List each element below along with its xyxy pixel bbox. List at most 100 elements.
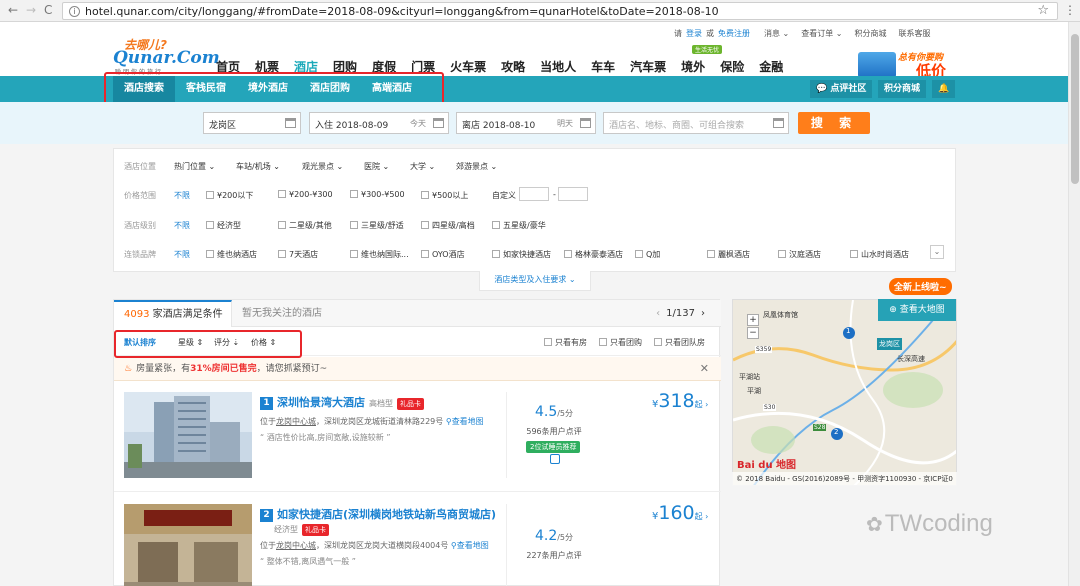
chat-icon[interactable] (550, 454, 560, 464)
brand-oyo[interactable]: OYO酒店 (421, 249, 465, 260)
brand-shanshui[interactable]: 山水时尚酒店 (850, 249, 909, 260)
nav-guides[interactable]: 攻略 (501, 58, 525, 75)
zoom-out-button[interactable]: − (747, 327, 759, 339)
checkbox[interactable] (492, 221, 500, 229)
review-community-button[interactable]: 💬 点评社区 (810, 80, 873, 98)
checkbox[interactable] (350, 221, 358, 229)
url-text[interactable]: hotel.qunar.com/city/longgang/#fromDate=… (85, 5, 719, 18)
checkbox[interactable] (544, 338, 552, 346)
filter-sightseeing[interactable]: 观光景点 ⌄ (302, 161, 343, 172)
checkbox[interactable] (707, 250, 715, 258)
filter-university[interactable]: 大学 ⌄ (410, 161, 435, 172)
brand-qplus[interactable]: Q加 (635, 249, 660, 260)
checkbox[interactable] (850, 250, 858, 258)
bell-icon[interactable]: 🔔 (932, 80, 956, 98)
checkbox[interactable] (206, 250, 214, 258)
checkout-field[interactable]: 离店 2018-08-10 明天 (456, 112, 596, 134)
nav-train[interactable]: 火车票 (450, 58, 486, 75)
prev-page-icon[interactable]: ‹ (656, 308, 660, 319)
brand-7days[interactable]: 7天酒店 (278, 249, 318, 260)
hotel-reviews-link[interactable]: 227条用户点评 (514, 550, 594, 561)
brand-hanting[interactable]: 汉庭酒店 (778, 249, 821, 260)
view-map-link[interactable]: ⚲查看地图 (451, 541, 489, 550)
filter-hospital[interactable]: 医院 ⌄ (364, 161, 389, 172)
hotel-card[interactable]: 2 如家快捷酒店(深圳横岗地铁站新鸟商贸城店) 经济型 礼品卡 位于龙岗中心城，深圳… (114, 494, 721, 586)
filter-price-1[interactable]: ¥200以下 (206, 190, 253, 201)
checkbox[interactable] (492, 250, 500, 258)
keyword-input[interactable]: 酒店名、地标、商圈、可组合搜索 (603, 112, 789, 134)
checkbox[interactable] (421, 250, 429, 258)
filter-grade-economy[interactable]: 经济型 (206, 220, 241, 231)
only-available-check[interactable]: 只看有房 (544, 337, 587, 348)
filter-station-airport[interactable]: 车站/机场 ⌄ (236, 161, 280, 172)
hotel-name-text[interactable]: 深圳怡景湾大酒店 (277, 396, 365, 409)
address-bar[interactable]: i hotel.qunar.com/city/longgang/#fromDat… (62, 2, 1058, 20)
checkbox[interactable] (421, 221, 429, 229)
page-scrollbar[interactable] (1068, 22, 1080, 586)
filter-suburb[interactable]: 郊游景点 ⌄ (456, 161, 497, 172)
bookmark-star-icon[interactable]: ☆ (1037, 3, 1049, 18)
checkbox[interactable] (635, 250, 643, 258)
search-button[interactable]: 搜 索 (798, 112, 870, 134)
filter-hot-location[interactable]: 热门位置 ⌄ (174, 161, 215, 172)
filter-price-unlimited[interactable]: 不限 (174, 190, 190, 201)
back-icon[interactable]: ← (8, 3, 18, 17)
info-icon[interactable]: i (69, 6, 80, 17)
hotel-photo[interactable] (124, 504, 252, 586)
brand-vienna-intl[interactable]: 维也纳国际... (350, 249, 409, 260)
only-group-room-check[interactable]: 只看团队房 (654, 337, 705, 348)
filter-grade-2star[interactable]: 二星级/其他 (278, 220, 332, 231)
custom-price-max[interactable] (558, 187, 588, 201)
map-pin-1[interactable]: 1 (846, 327, 850, 335)
view-large-map-button[interactable]: ⊕ 查看大地图 (878, 299, 956, 321)
filter-price-3[interactable]: ¥300-¥500 (350, 190, 405, 199)
scrollbar-thumb[interactable] (1071, 34, 1079, 184)
hotel-price[interactable]: ¥318起 › (652, 390, 708, 412)
checkbox[interactable] (350, 250, 358, 258)
brand-expand-chevron-icon[interactable]: ⌄ (930, 245, 944, 259)
filter-price-4[interactable]: ¥500以上 (421, 190, 468, 201)
brand-greentree[interactable]: 格林豪泰酒店 (564, 249, 623, 260)
checkbox[interactable] (278, 221, 286, 229)
custom-price-min[interactable] (519, 187, 549, 201)
view-map-link[interactable]: ⚲查看地图 (446, 417, 484, 426)
brand-lifeng[interactable]: 麗枫酒店 (707, 249, 750, 260)
checkbox[interactable] (564, 250, 572, 258)
nav-finance[interactable]: 金融 (759, 58, 783, 75)
filter-grade-3star[interactable]: 三星级/舒适 (350, 220, 404, 231)
browser-menu-icon[interactable]: ⋮ (1064, 3, 1076, 17)
messages-menu[interactable]: 消息 ⌄ (764, 28, 789, 39)
nav-insurance[interactable]: 保险 (720, 58, 744, 75)
filter-grade-5star[interactable]: 五星级/豪华 (492, 220, 546, 231)
forward-icon[interactable]: → (26, 3, 36, 17)
checkbox[interactable] (599, 338, 607, 346)
hotel-map[interactable]: 凤凰体育馆 龙岗区 长深高速 平湖站 S359 S28 平湖 S30 1 2 +… (732, 299, 957, 486)
brand-homeinn[interactable]: 如家快捷酒店 (492, 249, 551, 260)
more-filters-toggle[interactable]: 酒店类型及入住要求 ⌄ (479, 271, 591, 291)
hotel-name-text[interactable]: 如家快捷酒店(深圳横岗地铁站新鸟商贸城店) (277, 508, 496, 521)
nav-locals[interactable]: 当地人 (540, 58, 576, 75)
checkbox[interactable] (778, 250, 786, 258)
tab-all-results[interactable]: 4093 家酒店满足条件 (114, 300, 232, 327)
checkbox[interactable] (350, 190, 358, 198)
city-field[interactable]: 龙岗区 (203, 112, 301, 134)
nav-overseas[interactable]: 境外 (681, 58, 705, 75)
nav-bus[interactable]: 汽车票 (630, 58, 666, 75)
checkbox[interactable] (421, 191, 429, 199)
checkbox[interactable] (206, 191, 214, 199)
tab-followed-hotels[interactable]: 暂无我关注的酒店 (242, 300, 322, 327)
register-link[interactable]: 免费注册 (718, 28, 750, 39)
brand-vienna[interactable]: 维也纳酒店 (206, 249, 257, 260)
login-link[interactable]: 登录 (686, 28, 702, 39)
hotel-name[interactable]: 1 深圳怡景湾大酒店 高档型 礼品卡 (260, 394, 424, 410)
zoom-in-button[interactable]: + (747, 314, 759, 326)
next-page-icon[interactable]: › (701, 308, 705, 319)
only-groupbuy-check[interactable]: 只看团购 (599, 337, 642, 348)
customer-service-link[interactable]: 联系客服 (899, 28, 931, 39)
filter-price-2[interactable]: ¥200-¥300 (278, 190, 333, 199)
nav-cars[interactable]: 车车 (591, 58, 615, 75)
addr-area-link[interactable]: 龙岗中心城 (276, 417, 316, 426)
hotel-reviews-link[interactable]: 596条用户点评 (514, 426, 594, 437)
qunar-logo[interactable]: Qunar.Com (113, 48, 220, 68)
checkbox[interactable] (278, 190, 286, 198)
